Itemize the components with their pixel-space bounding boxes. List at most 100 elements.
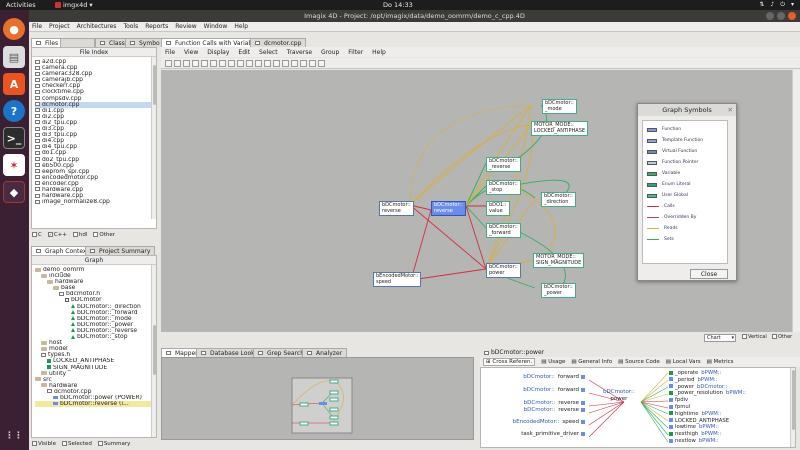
xref-caller[interactable]: bDCmotor:: reverse <box>524 400 585 406</box>
system-tray[interactable]: ⇅ ♪ ⏻ ▾ <box>759 1 794 9</box>
xref-callee[interactable]: _operate bPWM:: <box>669 370 721 376</box>
collapse-icon[interactable] <box>264 60 271 67</box>
graph-node-mode[interactable]: bDCmotor:: _mode <box>542 99 577 114</box>
filter-other[interactable]: Other <box>93 232 115 238</box>
filter-cpp[interactable]: ✓ C++ <box>47 232 67 238</box>
firefox-icon[interactable]: ● <box>3 18 25 40</box>
layout-icon[interactable] <box>228 60 235 67</box>
software-center-icon[interactable]: A <box>3 73 25 95</box>
graph-menu-view[interactable]: View <box>184 49 198 56</box>
terminal-icon[interactable]: >_ <box>3 127 25 149</box>
imagix-icon[interactable]: ✶ <box>3 154 25 176</box>
graph-node-locked[interactable]: MOTOR_MODE:: LOCKED_ANTIPHASE <box>531 121 589 136</box>
activities-button[interactable]: Activities <box>6 1 36 9</box>
xref-callee[interactable]: nexthigh bPWM:: <box>669 431 721 437</box>
tab-source-code[interactable]: ▤ Source Code <box>618 359 660 365</box>
filter-selected[interactable]: Selected <box>61 441 92 447</box>
tab-local-vars[interactable]: ▤ Local Vars <box>666 359 701 365</box>
select-tool-icon[interactable] <box>165 60 172 67</box>
graph-menu-file[interactable]: File <box>165 49 175 56</box>
file-list-scrollbar[interactable] <box>151 57 156 219</box>
graph-node-rev-left[interactable]: bDCmotor:: reverse <box>379 201 414 216</box>
clock[interactable]: Do 14:33 <box>383 1 413 9</box>
graph-menu-display[interactable]: Display <box>207 49 229 56</box>
menu-tools[interactable]: Tools <box>123 23 138 30</box>
xref-callee[interactable]: _period bPWM:: <box>669 377 717 383</box>
xref-callee[interactable]: _power bDCmotor:: <box>669 384 728 390</box>
graph-symbols-close-button[interactable]: Close <box>690 269 728 279</box>
other-checkbox[interactable]: Other <box>772 334 792 340</box>
graph-menu-edit[interactable]: Edit <box>238 49 250 56</box>
xref-caller[interactable]: bDCmotor:: forward <box>523 374 585 380</box>
xref-caller[interactable]: bDCmotor:: reverse <box>524 407 585 413</box>
menu-reports[interactable]: Reports <box>145 23 168 30</box>
xref-callee[interactable]: LOCKED_ANTIPHASE <box>669 418 732 424</box>
tab-files[interactable]: Files <box>31 38 64 47</box>
back-icon[interactable] <box>174 60 181 67</box>
menu-review[interactable]: Review <box>175 23 196 30</box>
tab-grep-search[interactable]: Grep Search <box>253 348 310 357</box>
symbol-icon[interactable] <box>291 60 298 67</box>
xref-callee[interactable]: hightime bPWM:: <box>669 411 721 417</box>
app-menu[interactable]: imgx4d ▾ <box>55 1 93 9</box>
menu-project[interactable]: Project <box>49 23 70 30</box>
tab-dcmotor-cpp[interactable]: dcmotor.cpp <box>250 38 307 47</box>
xref-graph[interactable]: bDCmotor:: forward bDCmotor:: forward bDCmot… <box>480 367 796 448</box>
zoom-in-icon[interactable] <box>201 60 208 67</box>
graph-symbols-title-bar[interactable]: Graph Symbols ✕ <box>638 104 736 116</box>
zoom-out-icon[interactable] <box>210 60 217 67</box>
graph-node-speed[interactable]: bEncodedMotor:: speed <box>373 272 422 287</box>
tab-cross-reference[interactable]: ⊞ Cross Referen. <box>483 358 536 366</box>
xref-callee[interactable]: fpmul <box>669 404 693 410</box>
graph-node-value[interactable]: bDO1:: value <box>486 201 510 216</box>
window-title-bar[interactable]: Imagix 4D - Project: /opt/imagix/data/de… <box>29 10 800 22</box>
close-icon[interactable]: ✕ <box>728 104 733 116</box>
settings-icon[interactable] <box>318 60 325 67</box>
up-icon[interactable] <box>192 60 199 67</box>
graph-node-power-var[interactable]: bDCmotor:: _power <box>541 283 576 298</box>
filter-visible[interactable]: Visible <box>32 441 56 447</box>
filter-summary[interactable]: Summary <box>97 441 130 447</box>
graph-menu-traverse[interactable]: Traverse <box>287 49 312 56</box>
xref-callee[interactable]: fpdiv <box>669 397 691 403</box>
xref-callee[interactable]: lowtime bPWM:: <box>669 424 719 430</box>
tab-general-info[interactable]: ▤ General Info <box>571 359 612 365</box>
graph-tree-scrollbar[interactable] <box>151 265 156 437</box>
filter-icon[interactable] <box>246 60 253 67</box>
search-icon[interactable] <box>309 60 316 67</box>
graph-node-sign[interactable]: MOTOR_MODE:: SIGN_MAGNITUDE <box>533 253 585 268</box>
minimize-icon[interactable] <box>766 12 774 20</box>
xref-scrollbar[interactable] <box>790 368 795 447</box>
files-icon[interactable]: ▤ <box>3 46 25 68</box>
grid-icon[interactable] <box>237 60 244 67</box>
menu-file[interactable]: File <box>32 23 42 30</box>
menu-window[interactable]: Window <box>204 23 228 30</box>
group-icon[interactable] <box>273 60 280 67</box>
tab-project-summary[interactable]: Project Summary <box>85 246 156 255</box>
file-list-item[interactable]: image_normalize8.cpp <box>35 199 156 205</box>
xref-callee[interactable]: nextlow bPWM:: <box>669 438 719 444</box>
filter-hdl[interactable]: hdl <box>72 232 87 238</box>
fit-icon[interactable] <box>219 60 226 67</box>
graph-menu-filter[interactable]: Filter <box>348 49 363 56</box>
filter-c[interactable]: C <box>32 232 42 238</box>
close-icon[interactable] <box>788 12 796 20</box>
forward-icon[interactable] <box>183 60 190 67</box>
tab-usage[interactable]: ▤ Usage <box>541 359 565 365</box>
view-mode-select[interactable]: Chart ▾ <box>704 334 736 342</box>
graph-menu-group[interactable]: Group <box>321 49 339 56</box>
graph-vertical-scrollbar[interactable] <box>792 70 800 332</box>
menu-help[interactable]: Help <box>234 23 248 30</box>
maximize-icon[interactable] <box>777 12 785 20</box>
imagix-4d-icon[interactable]: ◆ <box>3 181 25 203</box>
graph-node-forward[interactable]: bDCmotor:: _forward <box>486 223 521 238</box>
tab-metrics[interactable]: ▤ Metrics <box>707 359 734 365</box>
graph-node-direction[interactable]: bDCmotor:: _direction <box>541 192 576 207</box>
show-apps-icon[interactable]: ⋮⋮ <box>3 425 25 447</box>
graph-node-rev-var[interactable]: bDCmotor:: _reverse <box>486 157 521 172</box>
xref-callee[interactable]: _power_resolution bPWM:: <box>669 390 746 396</box>
menu-architectures[interactable]: Architectures <box>77 23 117 30</box>
graph-node-rev-sel[interactable]: bDCmotor:: reverse <box>431 201 466 216</box>
tab-hidden[interactable] <box>60 38 95 47</box>
tab-analyzer[interactable]: Analyzer <box>302 348 348 357</box>
